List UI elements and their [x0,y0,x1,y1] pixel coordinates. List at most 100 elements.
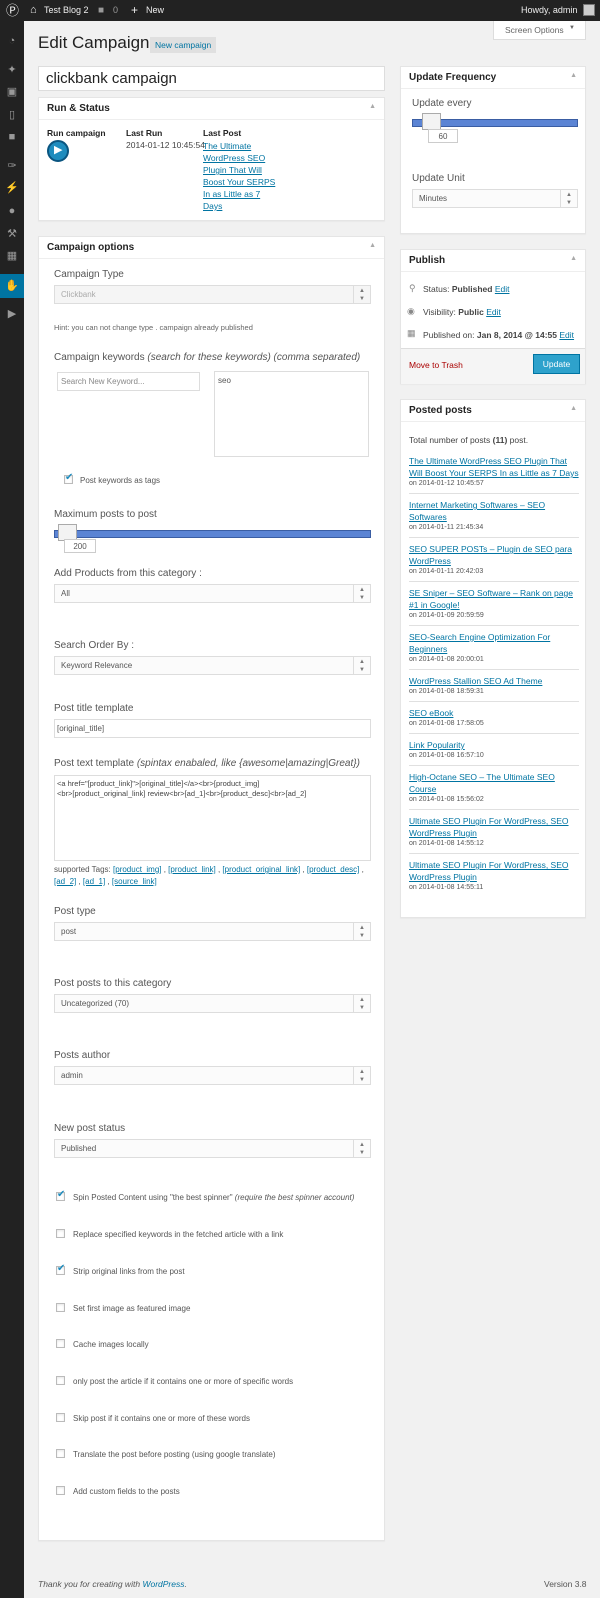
post-link[interactable]: WordPress Stallion SEO Ad Theme [409,675,579,687]
post-link[interactable]: The Ultimate WordPress SEO Plugin That W… [409,455,579,479]
toggle-arrow-icon[interactable]: ▲ [369,103,376,110]
tag-link[interactable]: [ad_1] [83,877,105,886]
plugins-icon[interactable]: ⚡ [4,180,20,196]
text-template-textarea[interactable]: <a href="[product_link]">[original_title… [54,775,371,861]
post-link[interactable]: SEO SUPER POSTs – Plugin de SEO para Wor… [409,543,579,567]
collapse-menu-icon[interactable]: ▶ [4,306,20,322]
campaign-options-header[interactable]: Campaign options ▲ [39,237,384,259]
toggle-arrow-icon[interactable]: ▲ [369,242,376,249]
settings-icon[interactable]: ▦ [4,248,20,264]
new-content-link[interactable]: New [146,0,164,21]
keywords-label: Campaign keywords (search for these keyw… [54,352,360,363]
toggle-arrow-icon[interactable]: ▲ [570,255,577,262]
wordpress-logo-icon[interactable]: Ⓟ [6,0,19,21]
cache-images-checkbox[interactable] [56,1339,65,1348]
tag-link[interactable]: [product_img] [113,865,161,874]
footer-thanks-text: Thank you for creating with [38,1579,141,1589]
replace-keywords-checkbox[interactable] [56,1229,65,1238]
post-link[interactable]: High-Octane SEO – The Ultimate SEO Cours… [409,771,579,795]
tag-link[interactable]: [product_link] [168,865,216,874]
author-select[interactable]: admin ▲ ▼ [54,1066,371,1085]
home-icon[interactable]: ⌂ [30,0,37,21]
specific-words-checkbox[interactable] [56,1376,65,1385]
campaign-title-input[interactable]: clickbank campaign [38,66,385,91]
title-template-input[interactable]: [original_title] [54,719,371,738]
update-frequency-header[interactable]: Update Frequency ▲ [401,67,585,89]
published-on-row: Published on: Jan 8, 2014 @ 14:55 Edit [423,330,574,340]
post-status-select[interactable]: Published ▲ ▼ [54,1139,371,1158]
comments-menu-icon[interactable]: ■ [4,129,20,145]
post-link[interactable]: SE Sniper – SEO Software – Rank on page … [409,587,579,611]
screen-options-label: Screen Options [505,25,564,35]
strip-links-checkbox[interactable]: ✔ [56,1263,66,1275]
tag-link[interactable]: [source_link] [112,877,157,886]
last-post-link[interactable]: The Ultimate WordPress SEO Plugin That W… [203,140,275,212]
new-campaign-button[interactable]: New campaign [150,37,217,53]
page-title: Edit Campaign [38,33,150,52]
post-link[interactable]: Link Popularity [409,739,579,751]
wp-automatic-icon[interactable]: ✋ [0,274,24,298]
specific-words-label: only post the article if it contains one… [73,1377,294,1386]
footer-version: Version 3.8 [544,1579,587,1589]
toggle-arrow-icon[interactable]: ▲ [570,72,577,79]
avatar[interactable] [583,4,595,16]
tag-link[interactable]: [product_desc] [307,865,359,874]
max-posts-value: 200 [64,539,96,553]
skip-words-checkbox[interactable] [56,1413,65,1422]
post-link[interactable]: SEO eBook [409,707,579,719]
footer-dot: . [184,1579,187,1589]
translate-checkbox[interactable] [56,1449,65,1458]
tools-icon[interactable]: ⚒ [4,226,20,242]
spin-content-checkbox[interactable]: ✔ [56,1189,65,1201]
update-unit-select[interactable]: Minutes ▲ ▼ [412,189,578,208]
category-select[interactable]: All ▲ ▼ [54,584,371,603]
post-link[interactable]: Internet Marketing Softwares – SEO Softw… [409,499,579,523]
pin-icon: ⚲ [409,283,416,293]
featured-image-checkbox[interactable] [56,1303,65,1312]
checkmark-icon: ✔ [57,1263,66,1274]
run-status-header[interactable]: Run & Status ▲ [39,98,384,120]
post-link[interactable]: Ultimate SEO Plugin For WordPress, SEO W… [409,859,579,883]
update-every-slider-handle[interactable] [422,113,441,130]
keywords-textarea[interactable]: seo [214,371,369,457]
comments-count[interactable]: 0 [113,0,118,21]
post-link[interactable]: SEO-Search Engine Optimization For Begin… [409,631,579,655]
appearance-icon[interactable]: ✑ [4,158,20,174]
post-keywords-tags-checkbox[interactable]: ✔ [64,472,73,484]
keywords-label-text: Campaign keywords [54,352,145,363]
edit-status-link[interactable]: Edit [495,284,510,294]
posted-posts-header[interactable]: Posted posts ▲ [401,400,585,422]
post-category-select[interactable]: Uncategorized (70) ▲ ▼ [54,994,371,1013]
edit-date-link[interactable]: Edit [559,330,574,340]
edit-visibility-link[interactable]: Edit [486,307,501,317]
wordpress-link[interactable]: WordPress [142,1579,184,1589]
custom-fields-checkbox[interactable] [56,1486,65,1495]
media-icon[interactable]: ▣ [4,84,20,100]
search-order-select[interactable]: Keyword Relevance ▲ ▼ [54,656,371,675]
run-campaign-button[interactable]: ▶ [47,140,69,162]
tag-link[interactable]: [product_original_link] [222,865,300,874]
post-link[interactable]: Ultimate SEO Plugin For WordPress, SEO W… [409,815,579,839]
search-keyword-input[interactable]: Search New Keyword... [57,372,200,391]
supported-tags: supported Tags: [product_img] , [product… [54,865,364,886]
comments-icon[interactable]: ■ [98,0,104,21]
tag-link[interactable]: [ad_2] [54,877,76,886]
max-posts-slider[interactable] [54,530,371,538]
post-category-value: Uncategorized (70) [61,999,130,1008]
move-to-trash-link[interactable]: Move to Trash [409,360,463,370]
howdy-link[interactable]: Howdy, admin [521,0,577,21]
plus-icon[interactable]: + [131,0,138,21]
site-name-link[interactable]: Test Blog 2 [44,0,89,21]
toggle-arrow-icon[interactable]: ▲ [570,405,577,412]
pin-icon[interactable]: ✦ [4,62,20,78]
publish-header[interactable]: Publish ▲ [401,250,585,272]
post-type-select[interactable]: post ▲ ▼ [54,922,371,941]
users-icon[interactable]: ● [4,203,20,219]
pages-icon[interactable]: ▯ [4,107,20,123]
dashboard-icon[interactable]: ◔ [4,33,20,49]
last-post-line: Days [203,201,223,211]
divider [409,493,579,494]
screen-options-button[interactable]: Screen Options ▼ [493,21,586,40]
update-button[interactable]: Update [533,354,580,374]
run-campaign-label: Run campaign [47,128,106,138]
